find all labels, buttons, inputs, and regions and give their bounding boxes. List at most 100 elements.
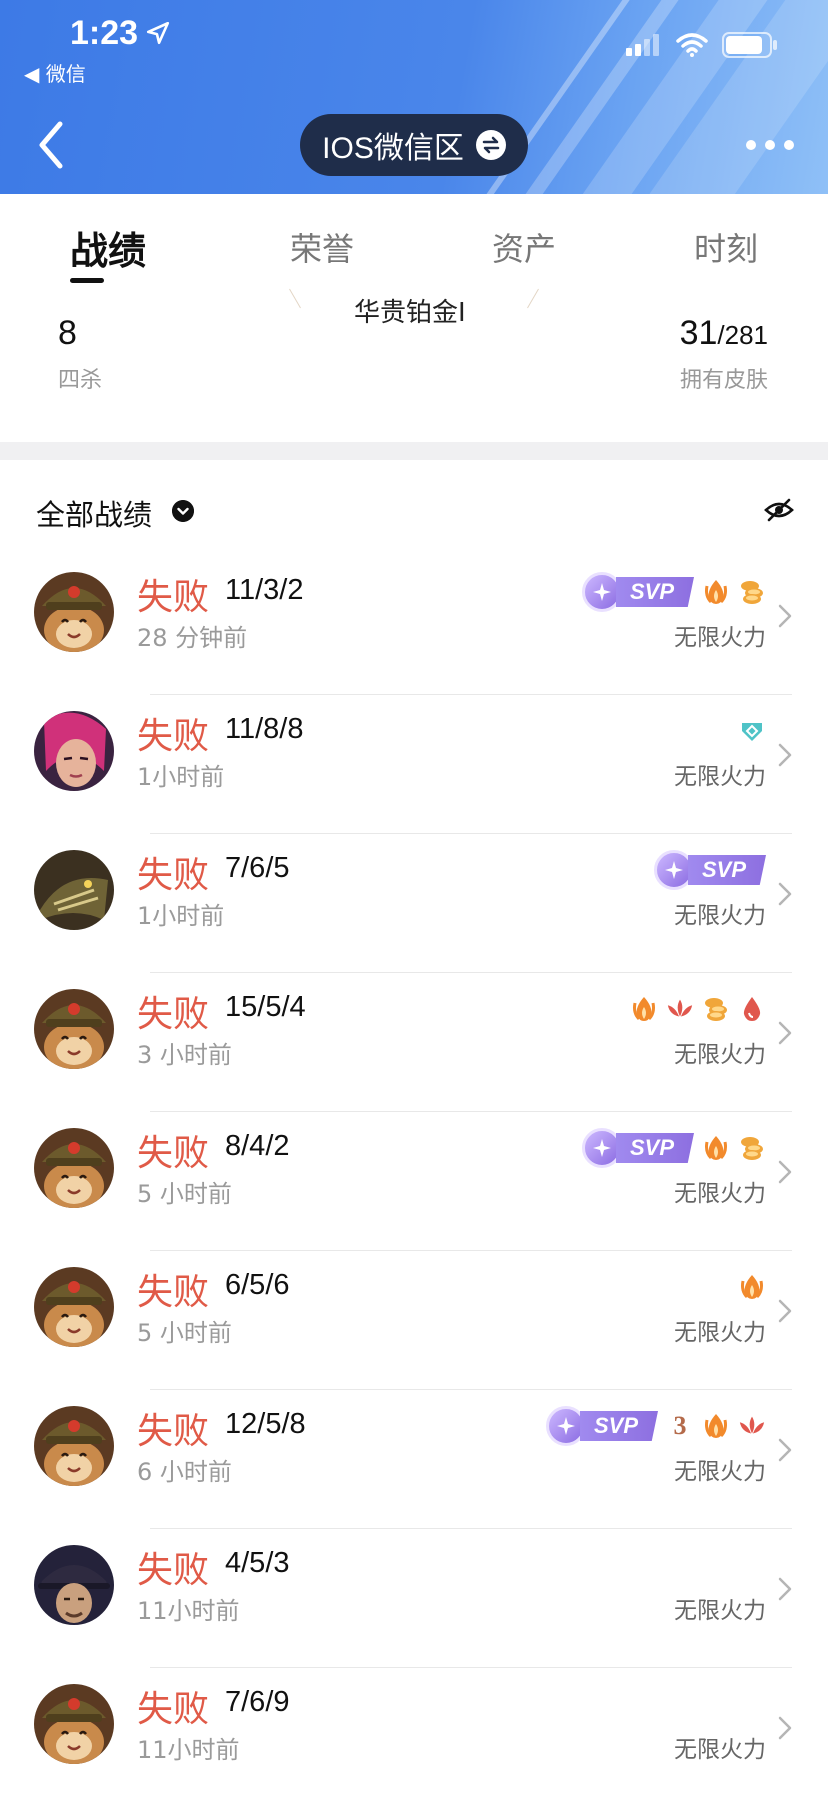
tab-honor[interactable]: 荣誉 [290, 224, 354, 270]
quadra-kill-count: 8 [58, 314, 77, 352]
chevron-down-icon[interactable] [172, 500, 194, 522]
match-kda: 12/5/8 [225, 1408, 306, 1440]
match-time: 1小时前 [137, 902, 225, 930]
match-badges: SVP [581, 1128, 766, 1168]
chevron-right-icon [778, 1577, 792, 1601]
svp-badge: SVP [653, 850, 766, 890]
lotus-icon [666, 995, 694, 1023]
svp-label: SVP [615, 1133, 694, 1163]
location-arrow-icon [146, 21, 170, 45]
tab-bar: 战绩 荣誉 资产 时刻 [0, 194, 828, 299]
status-indicators [626, 32, 778, 58]
svp-label: SVP [615, 577, 694, 607]
match-time: 28 分钟前 [137, 624, 248, 652]
match-row[interactable]: 失败 4/5/3 11小时前 无限火力 [0, 1529, 828, 1668]
tab-underline [70, 278, 104, 283]
match-mode: 无限火力 [674, 903, 766, 929]
match-kda: 7/6/5 [225, 852, 290, 884]
shield-badge-icon [738, 717, 766, 745]
match-mode: 无限火力 [674, 625, 766, 651]
match-result: 失败 [137, 1272, 210, 1313]
match-mode: 无限火力 [674, 1598, 766, 1624]
match-row[interactable]: 失败 6/5/6 5 小时前 无限火力 [0, 1251, 828, 1390]
match-mode: 无限火力 [674, 1042, 766, 1068]
match-kda: 6/5/6 [225, 1269, 290, 1301]
match-row[interactable]: 失败 8/4/2 5 小时前 SVP 无限火力 [0, 1112, 828, 1251]
battery-icon [722, 32, 777, 58]
chevron-right-icon [778, 1160, 792, 1184]
match-result: 失败 [137, 1133, 210, 1174]
match-badges: SVP [581, 572, 766, 612]
match-time: 3 小时前 [137, 1041, 232, 1069]
tab-moments[interactable]: 时刻 [694, 224, 758, 270]
match-time: 11小时前 [137, 1597, 240, 1625]
match-time: 5 小时前 [137, 1180, 232, 1208]
match-row[interactable]: 失败 15/5/4 3 小时前 无限火力 [0, 973, 828, 1112]
match-badges [630, 989, 766, 1029]
chevron-right-icon [778, 1438, 792, 1462]
blood-drop-icon [738, 995, 766, 1023]
tab-assets[interactable]: 资产 [492, 224, 556, 270]
match-badges [738, 711, 766, 751]
rank-name: 华贵铂金Ⅰ [354, 298, 466, 328]
more-options-icon[interactable] [746, 140, 794, 150]
hero-avatar [34, 850, 114, 930]
match-list: 失败 11/3/2 28 分钟前 SVP 无限火力 失败 11/8/8 1小时前 无限火力 失败 7… [0, 556, 828, 1807]
match-kda: 4/5/3 [225, 1547, 290, 1579]
chevron-right-icon [778, 1021, 792, 1045]
app-header: 1:23 ◀ 微信 IOS微信区 [0, 0, 828, 194]
wifi-icon [676, 33, 708, 57]
gold-coins-icon [738, 578, 766, 606]
match-row[interactable]: 失败 12/5/8 6 小时前 SVP 3 无限火力 [0, 1390, 828, 1529]
status-time: 1:23 [70, 14, 139, 52]
match-mode: 无限火力 [674, 764, 766, 790]
hide-eye-icon[interactable] [764, 498, 794, 522]
cellular-signal-icon [626, 34, 659, 56]
stats-summary: 华贵铂金Ⅰ 8 四杀 31/281 拥有皮肤 [0, 288, 828, 442]
chevron-right-icon [778, 882, 792, 906]
section-gap [0, 442, 828, 460]
svp-label: SVP [579, 1411, 658, 1441]
fire-icon [702, 578, 730, 606]
match-kda: 7/6/9 [225, 1686, 290, 1718]
tab-record[interactable]: 战绩 [70, 220, 146, 275]
match-mode: 无限火力 [674, 1737, 766, 1763]
hero-avatar [34, 1267, 114, 1347]
hero-avatar [34, 1684, 114, 1764]
chevron-right-icon [778, 604, 792, 628]
filter-dropdown-label[interactable]: 全部战绩 [36, 492, 152, 534]
fire-icon [630, 995, 658, 1023]
hero-avatar [34, 1406, 114, 1486]
match-badges: SVP 3 [545, 1406, 766, 1446]
server-switch-button[interactable]: IOS微信区 [300, 114, 528, 176]
match-result: 失败 [137, 1411, 210, 1452]
record-filter: 全部战绩 [0, 460, 828, 556]
hero-avatar [34, 1128, 114, 1208]
svp-badge: SVP [581, 572, 694, 612]
skins-owned-label: 拥有皮肤 [679, 368, 768, 393]
match-row[interactable]: 失败 7/6/5 1小时前 SVP 无限火力 [0, 834, 828, 973]
fire-icon [702, 1134, 730, 1162]
skins-owned: 31/281 [680, 314, 768, 353]
svp-badge: SVP [545, 1406, 658, 1446]
match-result: 失败 [137, 577, 210, 618]
svp-badge: SVP [581, 1128, 694, 1168]
match-kda: 11/3/2 [225, 574, 304, 606]
match-row[interactable]: 失败 11/3/2 28 分钟前 SVP 无限火力 [0, 556, 828, 695]
match-kda: 11/8/8 [225, 713, 304, 745]
hero-avatar [34, 572, 114, 652]
match-result: 失败 [137, 855, 210, 896]
match-badges [738, 1267, 766, 1307]
gold-coins-icon [702, 995, 730, 1023]
match-time: 6 小时前 [137, 1458, 232, 1486]
match-row[interactable]: 失败 11/8/8 1小时前 无限火力 [0, 695, 828, 834]
match-time: 11小时前 [137, 1736, 240, 1764]
match-time: 5 小时前 [137, 1319, 232, 1347]
svp-label: SVP [687, 855, 766, 885]
chevron-right-icon [778, 1299, 792, 1323]
hero-avatar [34, 711, 114, 791]
match-row[interactable]: 失败 7/6/9 11小时前 无限火力 [0, 1668, 828, 1807]
status-back-to-wechat[interactable]: ◀ 微信 [24, 58, 86, 87]
back-chevron-icon[interactable] [32, 118, 72, 172]
match-result: 失败 [137, 716, 210, 757]
